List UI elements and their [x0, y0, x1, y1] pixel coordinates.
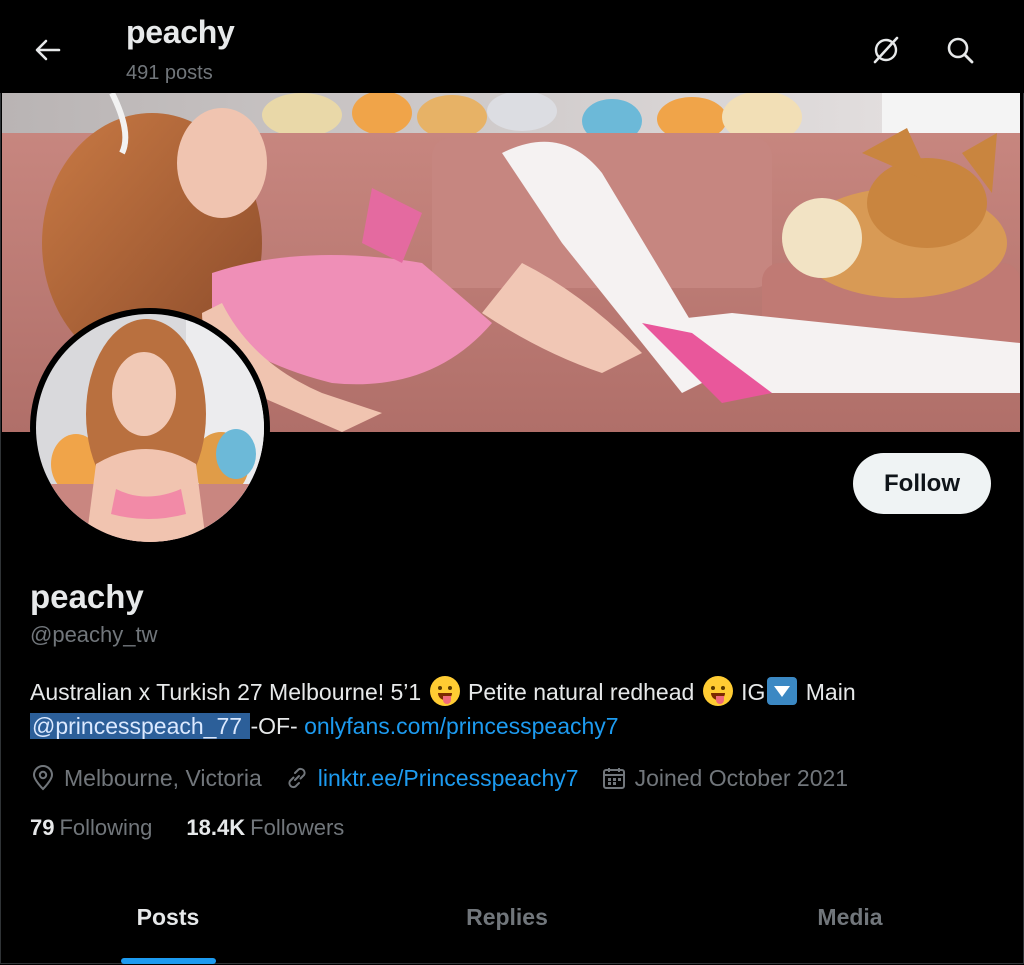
joined-item: Joined October 2021	[601, 764, 849, 792]
profile-handle: @peachy_tw	[30, 622, 158, 647]
search-icon	[947, 37, 974, 64]
avatar-container[interactable]	[30, 308, 270, 548]
following-count: 79	[30, 815, 55, 840]
bio-text: IG	[734, 679, 766, 705]
bio-text: Main	[799, 679, 856, 705]
back-button[interactable]	[28, 30, 68, 70]
location-pin-icon	[32, 765, 54, 791]
location-text: Melbourne, Victoria	[64, 764, 262, 791]
link-icon	[288, 767, 306, 789]
website-link[interactable]: linktr.ee/Princesspeachy7	[318, 765, 579, 792]
website-item[interactable]: linktr.ee/Princesspeachy7	[284, 765, 579, 792]
header-post-count: 491 posts	[126, 62, 213, 84]
avatar[interactable]	[36, 314, 264, 542]
bio-mention-link[interactable]: @princesspeach_77	[30, 713, 251, 739]
tab-posts[interactable]: Posts	[0, 870, 336, 965]
profile-header-bar: peachy 491 posts	[0, 0, 1024, 93]
search-button[interactable]	[940, 30, 980, 70]
profile-meta-row: Melbourne, Victoria linktr.ee/Princesspe…	[30, 760, 870, 796]
active-tab-indicator	[121, 958, 216, 964]
profile-display-name: peachy	[30, 578, 144, 615]
back-arrow-icon	[35, 39, 61, 61]
squinting-tongue-emoji-icon	[429, 676, 460, 706]
profile-tabs: Posts Replies Media	[0, 870, 1024, 965]
followers-label: Followers	[250, 815, 345, 840]
following-link[interactable]: 79 Following	[30, 815, 152, 841]
follow-button[interactable]: Follow	[853, 453, 991, 514]
down-button-emoji-icon	[767, 677, 798, 705]
tab-media[interactable]: Media	[678, 870, 1022, 965]
tab-replies[interactable]: Replies	[336, 870, 678, 965]
calendar-icon	[602, 768, 625, 789]
bio-text: Australian x Turkish 27 Melbourne! 5’1	[30, 679, 428, 705]
joined-text: Joined October 2021	[634, 764, 849, 791]
followers-link[interactable]: 18.4K Followers	[186, 815, 344, 841]
follow-counts: 79 Following 18.4K Followers	[30, 815, 378, 841]
profile-bio: Australian x Turkish 27 Melbourne! 5’1 P…	[30, 675, 990, 743]
grok-button[interactable]	[866, 30, 906, 70]
followers-count: 18.4K	[186, 815, 246, 840]
avatar-photo	[36, 314, 264, 542]
following-label: Following	[59, 815, 153, 840]
bio-text: Petite natural redhead	[461, 679, 701, 705]
header-title: peachy	[126, 14, 235, 50]
no-signal-icon	[873, 36, 899, 64]
location-item: Melbourne, Victoria	[30, 765, 262, 792]
yum-face-emoji-icon	[702, 676, 733, 706]
bio-onlyfans-link[interactable]: onlyfans.com/princesspeachy7	[304, 713, 619, 739]
bio-text: -OF-	[250, 713, 305, 739]
